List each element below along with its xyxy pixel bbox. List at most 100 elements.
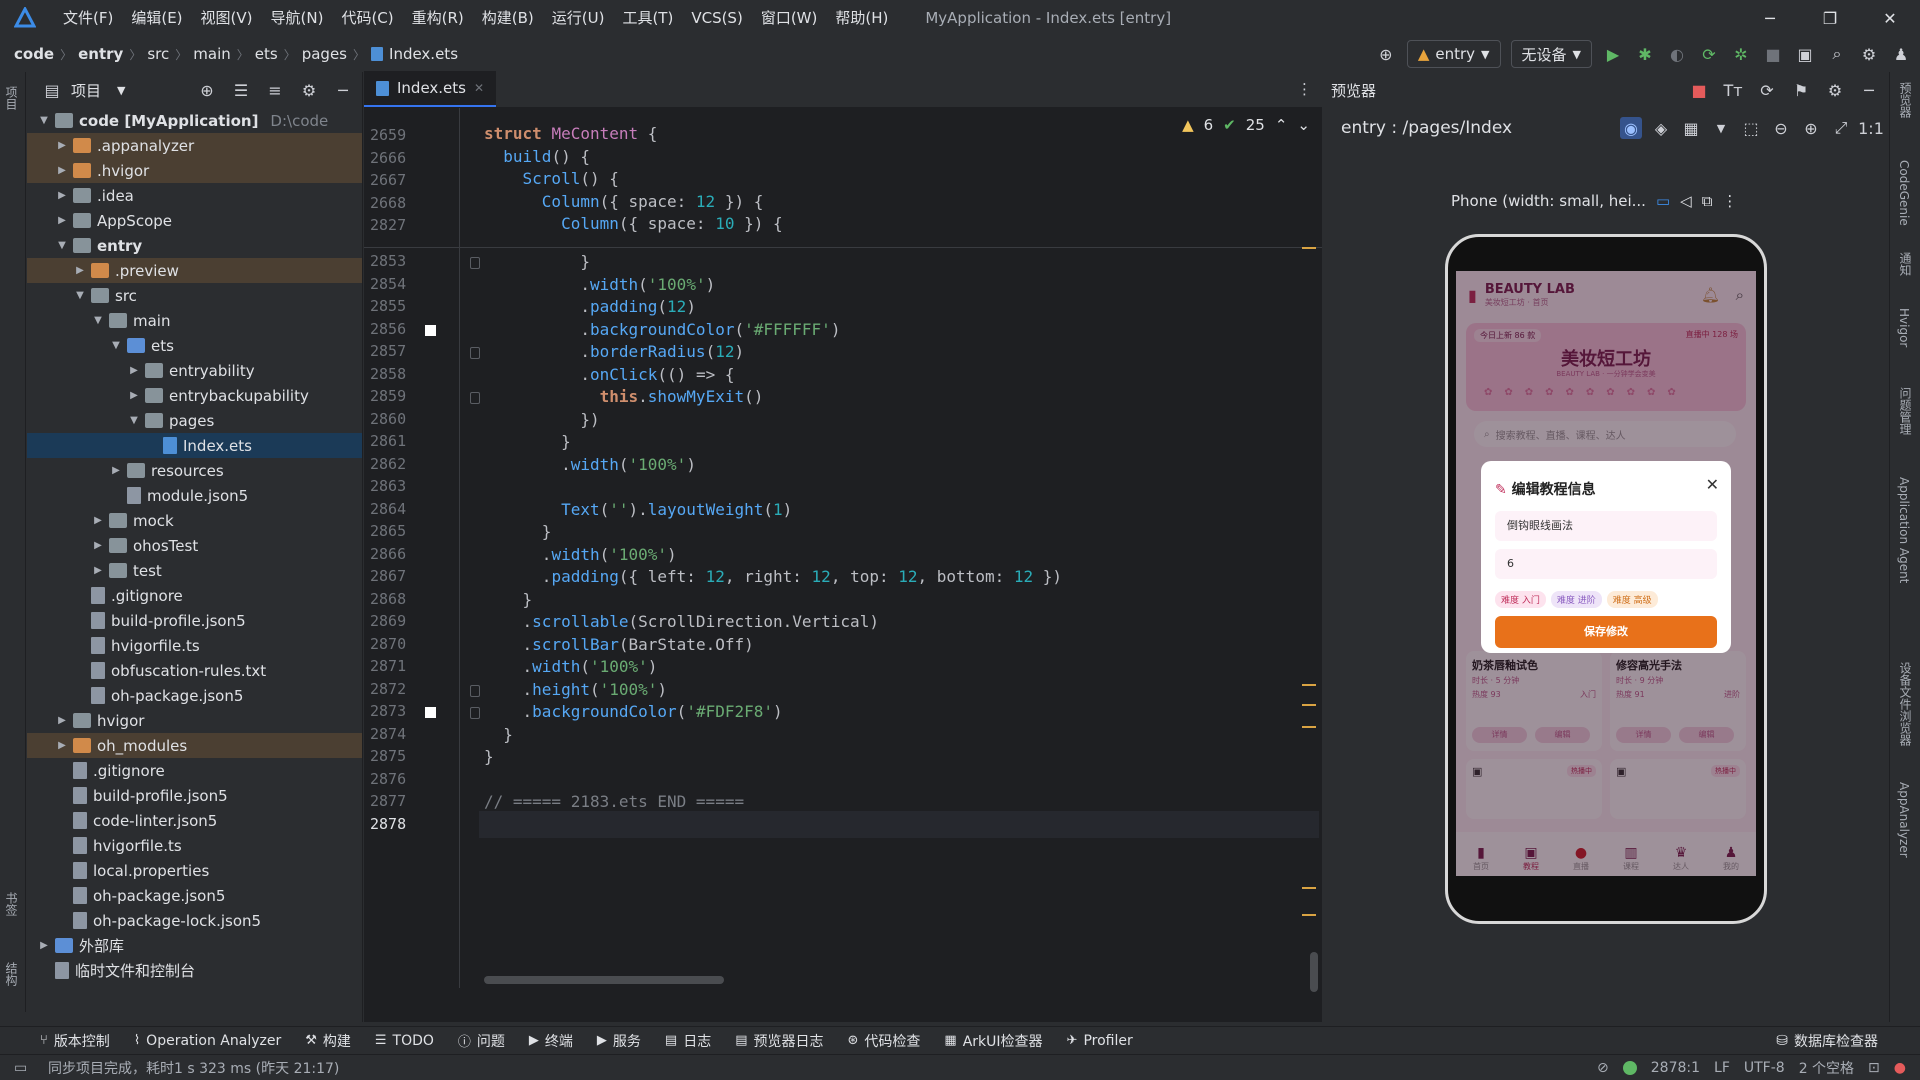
tree-item[interactable]: build-profile.json5 <box>27 783 362 808</box>
tree-item[interactable]: .gitignore <box>27 758 362 783</box>
tool-window-button[interactable]: ▤ 预览器日志 <box>735 1031 823 1051</box>
chevron-down-icon[interactable]: ▼ <box>109 340 123 351</box>
issues-tool-button[interactable]: 问题管理 <box>1897 387 1914 435</box>
tree-item[interactable]: ▼ main <box>27 308 362 333</box>
chevron-down-icon[interactable]: ▼ <box>73 290 87 301</box>
account-icon[interactable]: ♟ <box>1890 43 1912 65</box>
hvigor-tool-button[interactable]: Hvigor <box>1897 308 1911 347</box>
breadcrumb-item[interactable]: main <box>193 45 230 63</box>
tree-item[interactable]: obfuscation-rules.txt <box>27 658 362 683</box>
chevron-right-icon[interactable]: ▶ <box>55 140 69 151</box>
breadcrumb-item[interactable]: entry <box>78 45 123 63</box>
target-icon[interactable]: ⊕ <box>1375 43 1397 65</box>
codegenie-tool-button[interactable]: CodeGenie <box>1897 160 1911 226</box>
options-gear-icon[interactable]: ⚙ <box>298 79 320 101</box>
menu-item[interactable]: 导航(N) <box>262 0 333 36</box>
color-swatch-icon[interactable] <box>425 324 436 336</box>
application-agent-tool-button[interactable]: Application Agent <box>1897 477 1911 583</box>
tool-window-button[interactable]: ⓘ 问题 <box>458 1031 505 1051</box>
fold-marker-icon[interactable] <box>470 347 480 359</box>
tool-window-button[interactable]: ⊛ 代码检查 <box>848 1031 921 1051</box>
status-message[interactable]: 同步项目完成，耗时1 s 323 ms (昨天 21:17) <box>48 1058 339 1078</box>
chevron-right-icon[interactable]: ▶ <box>37 940 51 951</box>
project-tool-button[interactable]: 项目 <box>3 86 20 110</box>
caret-position[interactable]: 2878:1 <box>1651 1060 1700 1076</box>
tree-item[interactable]: ▶ AppScope <box>27 208 362 233</box>
tree-item[interactable]: ▼ entry <box>27 233 362 258</box>
warning-stripe[interactable] <box>1302 704 1316 706</box>
tree-item[interactable]: code-linter.json5 <box>27 808 362 833</box>
warning-stripe[interactable] <box>1302 914 1316 916</box>
menu-item[interactable]: 运行(U) <box>543 0 614 36</box>
warning-stripe[interactable] <box>1302 247 1316 249</box>
fold-marker-icon[interactable] <box>470 684 480 697</box>
tree-item[interactable]: ▶ oh_modules <box>27 733 362 758</box>
tool-window-button[interactable]: ✈ Profiler <box>1067 1033 1133 1049</box>
more-vertical-icon[interactable]: ⋮ <box>1297 80 1312 98</box>
breadcrumb-item[interactable]: Index.ets <box>389 45 458 63</box>
line-separator[interactable]: LF <box>1714 1060 1730 1076</box>
settings-gear-icon[interactable]: ⚙ <box>1858 43 1880 65</box>
minimize-icon[interactable]: ─ <box>1740 0 1800 36</box>
chevron-right-icon[interactable]: ▶ <box>55 740 69 751</box>
chevron-right-icon[interactable]: ▶ <box>91 515 105 526</box>
memory-indicator-icon[interactable]: ● <box>1894 1060 1906 1076</box>
tab-index-ets[interactable]: Index.ets ✕ <box>364 71 497 107</box>
close-window-icon[interactable]: ✕ <box>1860 0 1920 36</box>
tree-item[interactable]: oh-package.json5 <box>27 683 362 708</box>
tree-item[interactable]: 临时文件和控制台 <box>27 958 362 983</box>
appanalyzer-tool-button[interactable]: AppAnalyzer <box>1897 782 1911 858</box>
debug-icon[interactable]: ✱ <box>1634 43 1656 65</box>
hide-panel-icon[interactable]: ─ <box>1858 79 1880 101</box>
tutorial-name-input[interactable]: 倒钩眼线画法 <box>1495 511 1717 541</box>
tutorial-duration-input[interactable]: 6 <box>1495 549 1717 579</box>
sync-status-icon[interactable] <box>1622 1060 1637 1075</box>
tree-item[interactable]: .gitignore <box>27 583 362 608</box>
tree-item[interactable]: module.json5 <box>27 483 362 508</box>
device-file-browser-tool-button[interactable]: 设备文件浏览器 <box>1897 662 1914 746</box>
previewer-tool-button[interactable]: 预览器 <box>1897 82 1914 118</box>
menu-item[interactable]: 编辑(E) <box>122 0 191 36</box>
tree-item[interactable]: ▶ .appanalyzer <box>27 133 362 158</box>
bookmarks-tool-button[interactable]: 书签 <box>3 892 20 916</box>
save-changes-button[interactable]: 保存修改 <box>1495 616 1717 648</box>
chevron-right-icon[interactable]: ▶ <box>55 165 69 176</box>
chevron-down-icon[interactable]: ▼ <box>117 84 125 97</box>
chevron-right-icon[interactable]: ▶ <box>91 540 105 551</box>
actual-size-icon[interactable]: 1:1 <box>1858 117 1884 139</box>
device-name[interactable]: Phone (width: small, hei... <box>1451 192 1646 210</box>
breadcrumb-item[interactable]: pages <box>302 45 347 63</box>
tree-item[interactable]: ▶ resources <box>27 458 362 483</box>
tool-window-button[interactable]: ☰ TODO <box>375 1033 434 1049</box>
readonly-lock-icon[interactable]: ⊡ <box>1868 1060 1880 1076</box>
chevron-right-icon[interactable]: ▶ <box>55 215 69 226</box>
zoom-in-icon[interactable]: ⊕ <box>1800 117 1822 139</box>
grid-icon[interactable]: ▦ <box>1680 117 1702 139</box>
status-panel-icon[interactable]: ▭ <box>14 1060 27 1076</box>
difficulty-chip[interactable]: 难度 高级 <box>1606 591 1658 608</box>
code-line[interactable]: .backgroundColor('#FDF2F8') <box>484 698 783 725</box>
zoom-out-icon[interactable]: ⊖ <box>1770 117 1792 139</box>
tree-item[interactable]: hvigorfile.ts <box>27 633 362 658</box>
tool-window-button[interactable]: ▶ 服务 <box>597 1031 641 1051</box>
menu-item[interactable]: 代码(C) <box>332 0 402 36</box>
chevron-down-icon[interactable]: ▼ <box>37 115 51 126</box>
locate-file-icon[interactable]: ⊕ <box>196 79 218 101</box>
menu-item[interactable]: 重构(R) <box>403 0 473 36</box>
code-line[interactable]: .width('100%') <box>484 451 696 478</box>
code-line[interactable]: .padding({ left: 12, right: 12, top: 12,… <box>484 563 1062 590</box>
warning-stripe[interactable] <box>1302 684 1316 686</box>
tree-item[interactable]: Index.ets <box>27 433 362 458</box>
menu-item[interactable]: VCS(S) <box>682 0 751 36</box>
stop-preview-icon[interactable]: ■ <box>1688 79 1710 101</box>
breadcrumb-item[interactable]: code <box>14 45 54 63</box>
inspect-mode-icon[interactable]: ◉ <box>1620 117 1642 139</box>
device-selector[interactable]: 无设备 ▼ <box>1510 40 1592 68</box>
fold-marker-icon[interactable] <box>470 392 480 404</box>
apply-changes-icon[interactable]: ⟳ <box>1698 43 1720 65</box>
tree-item[interactable]: ▶ 外部库 <box>27 933 362 958</box>
menu-item[interactable]: 工具(T) <box>613 0 682 36</box>
code-line[interactable]: } <box>484 743 494 770</box>
difficulty-chip[interactable]: 难度 入门 <box>1495 591 1546 608</box>
maximize-icon[interactable]: ❐ <box>1800 0 1860 36</box>
